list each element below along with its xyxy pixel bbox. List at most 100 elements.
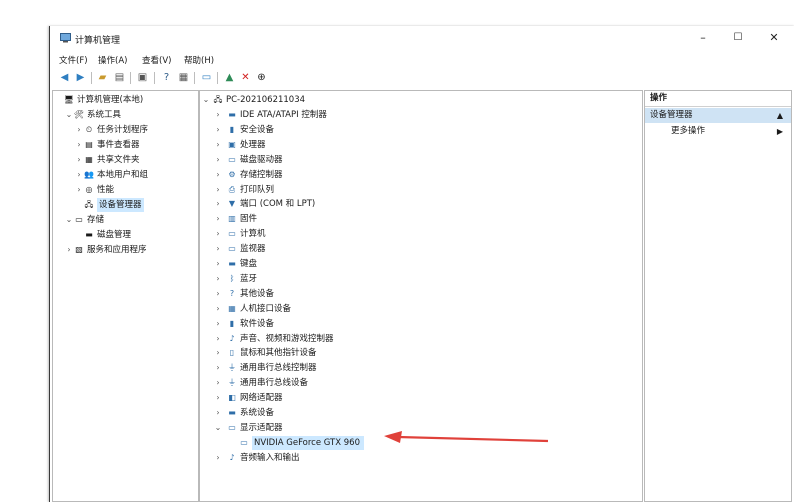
chevron-down-icon[interactable]: ⌄ <box>65 213 73 227</box>
nav-item[interactable]: › ◎ 性能 <box>53 183 198 197</box>
device-category[interactable]: ⌄ ▭ 显示适配器 <box>200 421 642 435</box>
chevron-right-icon[interactable]: › <box>214 332 222 346</box>
nav-item[interactable]: › ▧ 服务和应用程序 <box>53 243 198 257</box>
chevron-right-icon[interactable]: › <box>75 153 83 167</box>
device-category[interactable]: › ▥ 固件 <box>200 212 642 226</box>
chevron-right-icon[interactable]: › <box>214 183 222 197</box>
chevron-right-icon[interactable]: › <box>214 123 222 137</box>
processor-icon: ▣ <box>228 139 236 149</box>
device-category[interactable]: › ⚙ 存储控制器 <box>200 168 642 182</box>
device-label: 端口 (COM 和 LPT) <box>240 199 316 210</box>
chevron-right-icon[interactable]: › <box>214 138 222 152</box>
bluetooth-icon: ᛒ <box>229 273 235 283</box>
chevron-right-icon[interactable]: › <box>214 257 222 271</box>
device-category[interactable]: › ⏚ 通用串行总线控制器 <box>200 361 642 375</box>
computer-management-window: 计算机管理 – ☐ ✕ 文件(F) 操作(A) 查看(V) 帮助(H) ◀ ▶ … <box>49 26 794 502</box>
chevron-right-icon[interactable]: › <box>214 153 222 167</box>
chevron-right-icon[interactable]: › <box>214 212 222 226</box>
device-tree-root[interactable]: ⌄ 🖧 PC-202106211034 <box>200 93 642 107</box>
nav-item[interactable]: › ▦ 共享文件夹 <box>53 153 198 167</box>
chevron-right-icon[interactable]: › <box>75 183 83 197</box>
show-hide-tree-icon[interactable]: ▤ <box>113 71 126 84</box>
chevron-right-icon[interactable]: › <box>214 376 222 390</box>
nav-item[interactable]: › 👥 本地用户和组 <box>53 168 198 182</box>
chevron-right-icon[interactable]: › <box>214 391 222 405</box>
chevron-right-icon[interactable]: › <box>214 197 222 211</box>
collapse-up-icon[interactable]: ▲ <box>777 108 783 123</box>
monitor-icon[interactable]: ▭ <box>200 71 213 84</box>
nav-item[interactable]: › ▤ 事件查看器 <box>53 138 198 152</box>
minimize-button[interactable]: – <box>688 29 718 47</box>
up-folder-icon[interactable]: ▰ <box>96 71 109 84</box>
device-category[interactable]: › ▭ 磁盘驱动器 <box>200 153 642 167</box>
chevron-right-icon[interactable]: › <box>65 243 73 257</box>
close-button[interactable]: ✕ <box>759 29 789 47</box>
more-actions-item[interactable]: 更多操作 ▶ <box>645 124 791 139</box>
device-category[interactable]: › ▯ 鼠标和其他指针设备 <box>200 346 642 360</box>
usb-device-icon: ⏚ <box>228 378 236 388</box>
device-category[interactable]: › ▣ 处理器 <box>200 138 642 152</box>
chevron-right-icon[interactable]: › <box>214 227 222 241</box>
device-label: 鼠标和其他指针设备 <box>240 348 317 359</box>
nav-item[interactable]: ⌄ 🛠 系统工具 <box>53 108 198 122</box>
menu-file[interactable]: 文件(F) <box>59 54 88 66</box>
chevron-right-icon[interactable]: › <box>214 406 222 420</box>
device-category[interactable]: ›? 其他设备 <box>200 287 642 301</box>
device-category[interactable]: › ▭ 监视器 <box>200 242 642 256</box>
chevron-right-icon[interactable]: › <box>75 168 83 182</box>
device-category[interactable]: › ⎙ 打印队列 <box>200 183 642 197</box>
chevron-right-icon[interactable]: › <box>214 242 222 256</box>
menu-view[interactable]: 查看(V) <box>142 54 171 66</box>
nav-item[interactable]: ▬ 磁盘管理 <box>53 228 198 242</box>
chevron-right-icon[interactable]: › <box>214 272 222 286</box>
menu-action[interactable]: 操作(A) <box>98 54 127 66</box>
chevron-down-icon[interactable]: ⌄ <box>65 108 73 122</box>
device-category[interactable]: › ▮ 安全设备 <box>200 123 642 137</box>
nav-item[interactable]: 🖥 计算机管理(本地) <box>53 93 198 107</box>
device-category[interactable]: › ᛒ 蓝牙 <box>200 272 642 286</box>
uninstall-icon[interactable]: ✕ <box>239 71 252 84</box>
update-driver-icon[interactable]: ▲ <box>223 71 236 84</box>
forward-icon[interactable]: ▶ <box>74 71 87 84</box>
device-category[interactable]: › ▼ 端口 (COM 和 LPT) <box>200 197 642 211</box>
actions-section-device-manager[interactable]: 设备管理器 ▲ <box>645 108 791 123</box>
maximize-button[interactable]: ☐ <box>723 29 753 47</box>
nav-item[interactable]: 🖧 设备管理器 <box>53 198 198 212</box>
device-category[interactable]: › ♪ 音频输入和输出 <box>200 451 642 465</box>
nav-item-label: 计算机管理(本地) <box>77 95 144 105</box>
properties-icon[interactable]: ▣ <box>136 71 149 84</box>
menu-help[interactable]: 帮助(H) <box>184 54 214 66</box>
view-icon[interactable]: ▦ <box>177 71 190 84</box>
device-category[interactable]: › ▮ 软件设备 <box>200 317 642 331</box>
nav-item-label: 性能 <box>97 185 115 195</box>
device-category[interactable]: › ♪ 声音、视频和游戏控制器 <box>200 332 642 346</box>
back-icon[interactable]: ◀ <box>58 71 71 84</box>
device-category[interactable]: › ▦ 人机接口设备 <box>200 302 642 316</box>
chevron-right-icon[interactable]: › <box>214 108 222 122</box>
device-item[interactable]: ▭ NVIDIA GeForce GTX 960 <box>200 435 642 450</box>
chevron-right-icon[interactable]: › <box>214 287 222 301</box>
chevron-right-icon[interactable]: › <box>214 346 222 360</box>
device-category[interactable]: › ▬ 系统设备 <box>200 406 642 420</box>
chevron-right-icon[interactable]: › <box>214 168 222 182</box>
device-category[interactable]: › ▭ 计算机 <box>200 227 642 241</box>
help-icon[interactable]: ? <box>160 71 173 84</box>
nav-item-label: 共享文件夹 <box>97 155 140 165</box>
chevron-right-icon[interactable]: › <box>214 302 222 316</box>
device-category[interactable]: › ◧ 网络适配器 <box>200 391 642 405</box>
chevron-right-icon[interactable]: › <box>75 138 83 152</box>
chevron-right-icon[interactable]: › <box>214 361 222 375</box>
chevron-right-icon[interactable]: › <box>214 317 222 331</box>
chevron-right-icon[interactable]: › <box>75 123 83 137</box>
chevron-right-icon[interactable]: › <box>214 451 222 465</box>
device-manager-icon: 🖧 <box>84 200 94 209</box>
nav-item[interactable]: ⌄ ▭ 存储 <box>53 213 198 227</box>
device-category[interactable]: › ⏚ 通用串行总线设备 <box>200 376 642 390</box>
chevron-down-icon[interactable]: ⌄ <box>202 93 210 107</box>
monitor-icon: ▭ <box>228 244 236 254</box>
scan-hardware-icon[interactable]: ⊕ <box>255 71 268 84</box>
device-category[interactable]: › ▬ IDE ATA/ATAPI 控制器 <box>200 108 642 122</box>
nav-item[interactable]: › ⏲ 任务计划程序 <box>53 123 198 137</box>
device-category[interactable]: › ▬ 键盘 <box>200 257 642 271</box>
chevron-down-icon[interactable]: ⌄ <box>214 421 222 435</box>
